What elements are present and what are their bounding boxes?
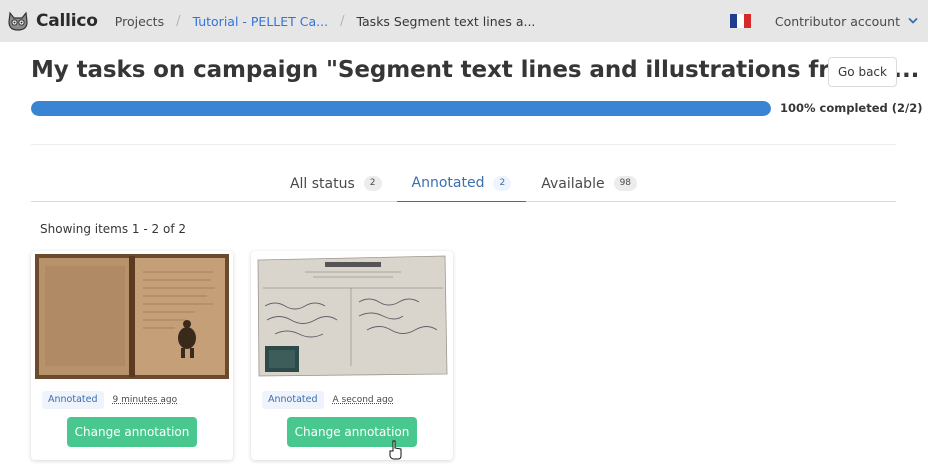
- task-status-row: Annotated A second ago: [262, 391, 393, 409]
- divider: [31, 144, 896, 145]
- progress-fill: [31, 101, 771, 116]
- timestamp: A second ago: [332, 395, 394, 405]
- timestamp: 9 minutes ago: [112, 395, 178, 405]
- cat-logo-icon: [8, 11, 28, 31]
- breadcrumb-separator: /: [340, 13, 345, 29]
- progress-bar: [31, 101, 771, 116]
- tab-count-badge: 98: [613, 176, 638, 191]
- tab-count-badge: 2: [363, 176, 382, 191]
- top-navbar: Callico Projects / Tutorial - PELLET Ca.…: [0, 0, 928, 42]
- breadcrumb-project[interactable]: Tutorial - PELLET Ca...: [192, 14, 328, 29]
- account-menu[interactable]: Contributor account: [775, 14, 918, 29]
- breadcrumb: Projects / Tutorial - PELLET Ca... / Tas…: [115, 14, 536, 29]
- progress-label: 100% completed (2/2): [780, 101, 923, 115]
- tab-all-status[interactable]: All status 2: [275, 165, 397, 202]
- breadcrumb-current: Tasks Segment text lines a...: [356, 13, 536, 29]
- showing-items-text: Showing items 1 - 2 of 2: [40, 222, 186, 236]
- task-thumbnail[interactable]: [255, 254, 449, 379]
- account-label: Contributor account: [774, 13, 900, 29]
- go-back-button[interactable]: Go back: [828, 57, 897, 87]
- french-flag-icon[interactable]: [729, 14, 751, 28]
- task-card: Annotated 9 minutes ago Change annotatio…: [31, 251, 233, 460]
- tab-label: Annotated: [411, 175, 485, 191]
- brand-name: Callico: [36, 11, 98, 31]
- status-badge: Annotated: [42, 391, 104, 409]
- breadcrumb-projects[interactable]: Projects: [115, 14, 164, 29]
- task-card: Annotated A second ago Change annotation: [251, 251, 453, 460]
- mouse-pointer-icon: [389, 440, 402, 460]
- task-thumbnail[interactable]: [35, 254, 229, 379]
- task-status-row: Annotated 9 minutes ago: [42, 391, 177, 409]
- breadcrumb-separator: /: [176, 13, 181, 29]
- tab-available[interactable]: Available 98: [526, 165, 652, 202]
- tab-annotated[interactable]: Annotated 2: [396, 165, 527, 202]
- nav-right: Contributor account: [729, 0, 918, 42]
- brand-link[interactable]: Callico: [7, 10, 98, 32]
- old-notebook-image: [35, 254, 229, 379]
- tab-label: Available: [541, 175, 605, 192]
- status-badge: Annotated: [262, 391, 324, 409]
- chevron-down-icon: [908, 18, 918, 24]
- tab-label: All status: [289, 175, 355, 192]
- tab-count-badge: 2: [493, 175, 512, 191]
- page-title: My tasks on campaign "Segment text lines…: [31, 57, 920, 83]
- postcard-image: [255, 254, 449, 379]
- change-annotation-button[interactable]: Change annotation: [67, 417, 197, 447]
- status-tabs: All status 2 Annotated 2 Available 98: [31, 165, 896, 202]
